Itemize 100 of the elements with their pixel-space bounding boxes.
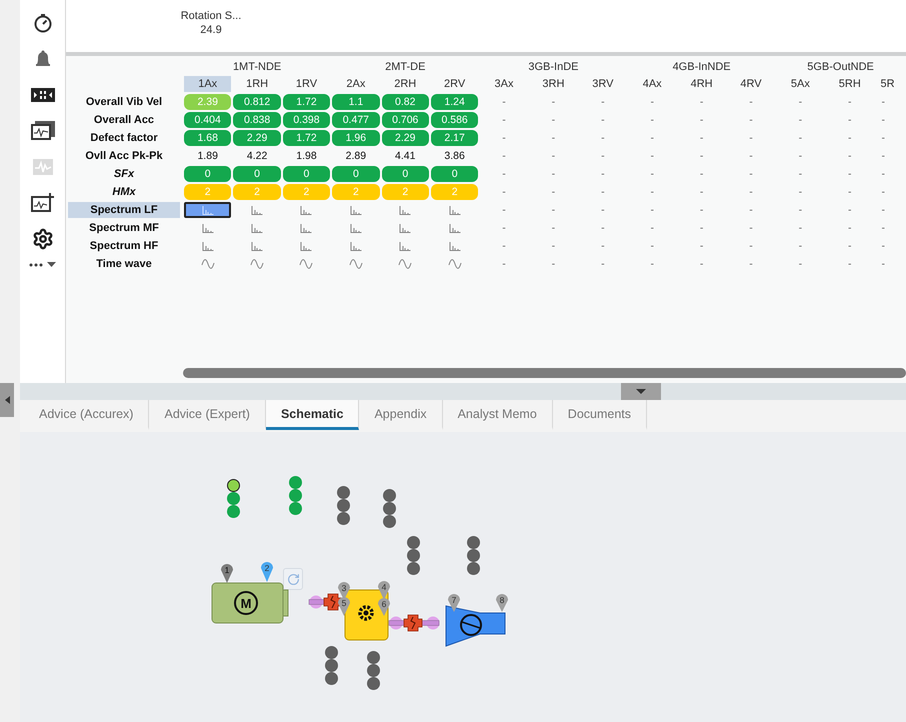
row-label[interactable]: Spectrum LF bbox=[68, 202, 180, 218]
table-cell-text: - bbox=[650, 257, 654, 272]
sensor-pin[interactable] bbox=[261, 562, 273, 582]
column-header[interactable]: 4RV bbox=[727, 76, 775, 92]
table-cell-text: - bbox=[749, 185, 753, 200]
row-label[interactable]: Overall Vib Vel bbox=[68, 94, 180, 110]
tab[interactable]: Analyst Memo bbox=[442, 400, 553, 430]
scrollbar-thumb[interactable] bbox=[183, 368, 906, 378]
sensor-pin[interactable] bbox=[221, 564, 233, 583]
status-dot[interactable] bbox=[366, 676, 380, 690]
status-dot[interactable] bbox=[406, 562, 420, 574]
column-header[interactable]: 1RV bbox=[282, 76, 330, 92]
table-cell-text: - bbox=[650, 95, 654, 110]
status-dot[interactable] bbox=[466, 548, 480, 562]
table-cell-text: - bbox=[552, 257, 556, 272]
column-header[interactable]: 1Ax bbox=[184, 76, 232, 92]
column-header[interactable]: 5Ax bbox=[776, 76, 824, 92]
expand-button[interactable] bbox=[621, 383, 661, 400]
row-label[interactable]: Ovll Acc Pk-Pk bbox=[68, 148, 180, 164]
status-dot[interactable] bbox=[226, 492, 240, 504]
tab[interactable]: Advice (Accurex) bbox=[24, 400, 150, 430]
status-dot[interactable] bbox=[288, 488, 302, 502]
column-header[interactable]: 2RV bbox=[430, 76, 478, 92]
more-button[interactable] bbox=[29, 262, 56, 267]
table-cell-text: - bbox=[502, 257, 506, 272]
sensor-pin[interactable] bbox=[338, 597, 350, 616]
column-header[interactable]: 2RH bbox=[382, 76, 429, 92]
table-cell-text: - bbox=[880, 149, 885, 164]
table-cell-text: - bbox=[848, 167, 852, 182]
sensor-pin[interactable] bbox=[378, 598, 390, 616]
tab[interactable]: Appendix bbox=[359, 400, 443, 430]
status-dot[interactable] bbox=[466, 562, 480, 574]
status-dot[interactable] bbox=[226, 504, 240, 518]
sensor-pin[interactable] bbox=[378, 581, 390, 600]
status-badge: 2 bbox=[332, 184, 380, 200]
table-cell-text: - bbox=[502, 149, 506, 164]
row-label[interactable]: Time wave bbox=[68, 256, 180, 272]
column-header[interactable]: 4Ax bbox=[628, 76, 676, 92]
status-dot[interactable] bbox=[366, 650, 380, 664]
column-header[interactable]: 3RV bbox=[579, 76, 627, 92]
rotation-value: 24.9 bbox=[200, 23, 222, 37]
status-dot[interactable] bbox=[288, 502, 302, 514]
table-cell-text: - bbox=[700, 167, 704, 182]
column-header[interactable]: 5RH bbox=[826, 76, 874, 92]
status-dot[interactable] bbox=[288, 476, 302, 488]
row-label[interactable]: Defect factor bbox=[68, 130, 180, 146]
pin-number: 6 bbox=[382, 599, 386, 609]
tab[interactable]: Schematic bbox=[266, 400, 360, 430]
status-dot[interactable] bbox=[382, 502, 396, 514]
status-dot[interactable] bbox=[336, 486, 350, 498]
spectrum-icon bbox=[448, 224, 461, 232]
row-label[interactable]: SFx bbox=[68, 166, 180, 182]
status-dot[interactable] bbox=[336, 512, 350, 524]
status-dot[interactable] bbox=[324, 646, 338, 658]
status-dot[interactable] bbox=[324, 658, 338, 672]
table-cell-text: - bbox=[650, 149, 654, 164]
waveform-window-icon bbox=[30, 157, 54, 177]
table-cell-text: - bbox=[880, 185, 885, 200]
spectrum-button[interactable] bbox=[184, 202, 232, 218]
status-badge: 1.24 bbox=[430, 94, 478, 110]
sensor-pin[interactable] bbox=[496, 594, 508, 612]
spectrum-icon bbox=[399, 224, 412, 232]
status-dot[interactable] bbox=[406, 536, 420, 548]
status-dot[interactable] bbox=[226, 478, 240, 492]
collapse-handle[interactable] bbox=[0, 383, 14, 417]
table-cell-text: - bbox=[798, 203, 802, 218]
column-header[interactable]: 3Ax bbox=[480, 76, 528, 92]
table-cell-text: - bbox=[749, 95, 753, 110]
column-header[interactable]: 2Ax bbox=[332, 76, 380, 92]
table-cell-text: - bbox=[650, 221, 654, 236]
status-badge: 2 bbox=[382, 184, 429, 200]
status-dot[interactable] bbox=[466, 536, 480, 548]
row-label[interactable]: Spectrum HF bbox=[68, 238, 180, 254]
table-cell-text: - bbox=[848, 95, 852, 110]
status-dot[interactable] bbox=[382, 488, 396, 502]
table-cell-text: - bbox=[848, 185, 852, 200]
status-badge: 0 bbox=[184, 166, 232, 182]
status-dot[interactable] bbox=[382, 514, 396, 528]
sensor-pin[interactable] bbox=[448, 594, 460, 612]
spectrum-icon bbox=[251, 206, 264, 214]
column-header[interactable]: 4RH bbox=[678, 76, 726, 92]
row-label[interactable]: HMx bbox=[68, 184, 180, 200]
table-cell-text: - bbox=[502, 95, 506, 110]
table-cell-text: - bbox=[650, 167, 654, 182]
row-label[interactable]: Overall Acc bbox=[68, 112, 180, 128]
table-cell-text: - bbox=[798, 113, 802, 128]
compressor-body bbox=[446, 605, 506, 647]
table-cell-text: - bbox=[848, 257, 852, 272]
column-header[interactable]: 3RH bbox=[530, 76, 578, 92]
status-dot[interactable] bbox=[406, 548, 420, 562]
table-cell-text: - bbox=[798, 131, 802, 146]
chart-add-icon bbox=[30, 193, 54, 213]
row-label[interactable]: Spectrum MF bbox=[68, 220, 180, 236]
column-header[interactable]: 1RH bbox=[233, 76, 281, 92]
column-header[interactable]: 5R bbox=[875, 76, 904, 92]
tab[interactable]: Documents bbox=[552, 400, 648, 430]
status-dot[interactable] bbox=[336, 498, 350, 512]
status-dot[interactable] bbox=[366, 664, 380, 676]
status-dot[interactable] bbox=[324, 672, 338, 684]
table-cell-text: - bbox=[552, 131, 556, 146]
